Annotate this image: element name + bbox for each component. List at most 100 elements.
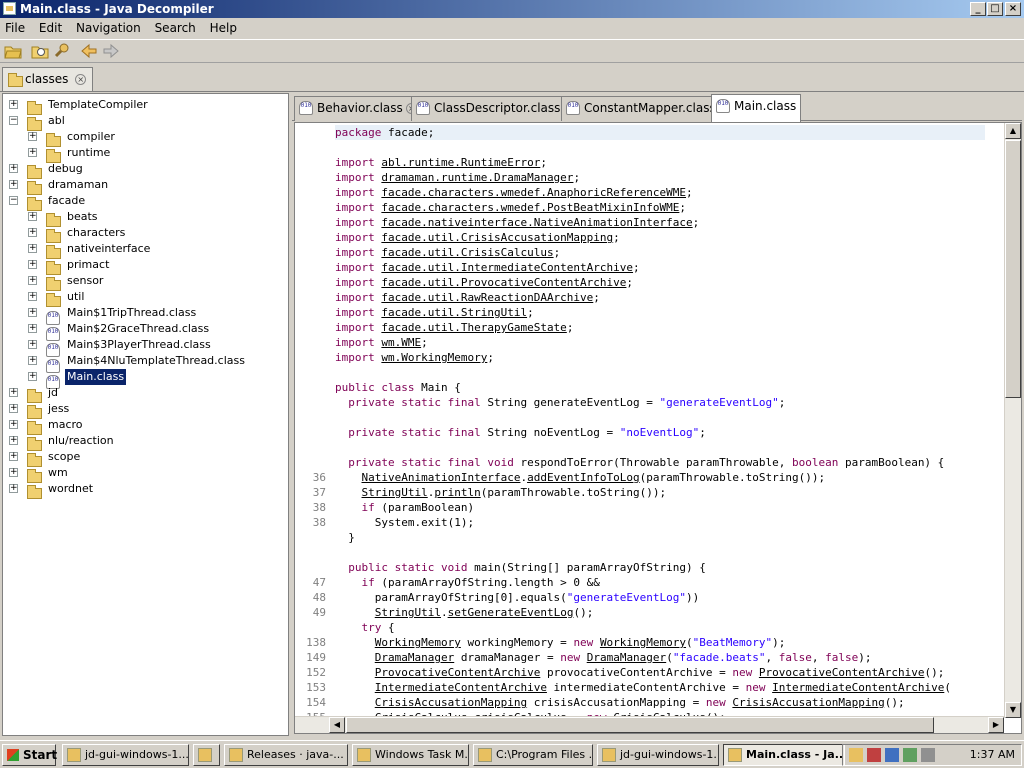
horizontal-scroll-thumb[interactable] xyxy=(346,717,934,733)
expand-toggle-icon[interactable]: + xyxy=(28,244,37,253)
code-reference[interactable]: facade.characters.wmedef.AnaphoricRefere… xyxy=(381,186,686,199)
tree-folder-item[interactable]: + jd xyxy=(3,385,283,403)
tree-class-item[interactable]: +010 Main$4NluTemplateThread.class xyxy=(3,353,283,373)
close-button[interactable]: × xyxy=(1005,2,1021,16)
tree-folder-item[interactable]: + nativeinterface xyxy=(3,241,283,259)
tray-sound-icon[interactable] xyxy=(885,748,899,762)
forward-arrow-icon[interactable] xyxy=(102,43,120,59)
tray-volume-icon[interactable] xyxy=(921,748,935,762)
collapse-toggle-icon[interactable]: − xyxy=(9,196,18,205)
code-reference[interactable]: facade.util.ProvocativeContentArchive xyxy=(381,276,626,289)
tree-folder-item[interactable]: − abl xyxy=(3,113,283,131)
code-reference[interactable]: DramaManager xyxy=(375,651,454,664)
back-arrow-icon[interactable] xyxy=(80,43,98,59)
expand-toggle-icon[interactable]: + xyxy=(9,420,18,429)
expand-toggle-icon[interactable]: + xyxy=(9,100,18,109)
expand-toggle-icon[interactable]: + xyxy=(28,132,37,141)
taskbar-button[interactable]: Windows Task M... xyxy=(352,744,469,766)
expand-toggle-icon[interactable]: + xyxy=(9,436,18,445)
tree-folder-item[interactable]: + util xyxy=(3,289,283,307)
code-reference[interactable]: facade.util.TherapyGameState xyxy=(381,321,566,334)
code-reference[interactable]: StringUtil xyxy=(375,606,441,619)
code-reference[interactable]: WorkingMemory xyxy=(375,636,461,649)
tree-folder-item[interactable]: + TemplateCompiler xyxy=(3,97,283,115)
minimize-button[interactable]: _ xyxy=(970,2,986,16)
code-reference[interactable]: NativeAnimationInterface xyxy=(362,471,521,484)
code-reference[interactable]: facade.util.IntermediateContentArchive xyxy=(381,261,633,274)
editor-tab[interactable]: 010 Main.class xyxy=(711,94,802,122)
close-tab-icon[interactable]: × xyxy=(75,74,87,85)
code-reference[interactable]: DramaManager xyxy=(587,651,666,664)
code-reference[interactable]: facade.util.StringUtil xyxy=(381,306,527,319)
open-type-icon[interactable] xyxy=(31,43,49,59)
expand-toggle-icon[interactable]: + xyxy=(28,212,37,221)
taskbar-button[interactable] xyxy=(193,744,220,766)
taskbar-button[interactable]: jd-gui-windows-1... xyxy=(597,744,719,766)
code-reference[interactable]: abl.runtime.RuntimeError xyxy=(381,156,540,169)
expand-toggle-icon[interactable]: + xyxy=(9,484,18,493)
expand-toggle-icon[interactable]: + xyxy=(9,452,18,461)
tree-folder-item[interactable]: + jess xyxy=(3,401,283,419)
menu-navigation[interactable]: Navigation xyxy=(71,18,146,38)
vertical-scrollbar[interactable]: ▲ ▼ xyxy=(1004,123,1021,718)
code-view[interactable]: 36373838474849138149152153154155 package… xyxy=(294,122,1022,734)
code-reference[interactable]: wm.WorkingMemory xyxy=(381,351,487,364)
tree-folder-item[interactable]: + wm xyxy=(3,465,283,483)
code-reference[interactable]: facade.util.CrisisAccusationMapping xyxy=(381,231,613,244)
taskbar-button[interactable]: C:\Program Files ... xyxy=(473,744,593,766)
editor-tab[interactable]: 010ClassDescriptor.class× xyxy=(411,96,580,121)
open-file-icon[interactable] xyxy=(4,43,22,59)
tray-security-icon[interactable] xyxy=(867,748,881,762)
expand-toggle-icon[interactable]: + xyxy=(9,180,18,189)
tray-status-icon[interactable] xyxy=(903,748,917,762)
scroll-right-button[interactable]: ▶ xyxy=(988,717,1004,733)
expand-toggle-icon[interactable]: + xyxy=(28,340,37,349)
expand-toggle-icon[interactable]: + xyxy=(9,164,18,173)
expand-toggle-icon[interactable]: + xyxy=(9,404,18,413)
code-reference[interactable]: IntermediateContentArchive xyxy=(772,681,944,694)
tree-folder-item[interactable]: + wordnet xyxy=(3,481,283,499)
code-reference[interactable]: println xyxy=(434,486,480,499)
code-reference[interactable]: wm.WME xyxy=(381,336,421,349)
tree-class-item[interactable]: +010 Main$2GraceThread.class xyxy=(3,321,283,341)
code-reference[interactable]: IntermediateContentArchive xyxy=(375,681,547,694)
code-reference[interactable]: facade.util.RawReactionDAArchive xyxy=(381,291,593,304)
expand-toggle-icon[interactable]: + xyxy=(28,276,37,285)
expand-toggle-icon[interactable]: + xyxy=(28,356,37,365)
expand-toggle-icon[interactable]: + xyxy=(28,260,37,269)
code-reference[interactable]: dramaman.runtime.DramaManager xyxy=(381,171,573,184)
taskbar-button[interactable]: Releases · java-... xyxy=(224,744,348,766)
tree-folder-item[interactable]: + compiler xyxy=(3,129,283,147)
tree-folder-item[interactable]: − facade xyxy=(3,193,283,211)
tree-folder-item[interactable]: + runtime xyxy=(3,145,283,163)
menu-help[interactable]: Help xyxy=(205,18,242,38)
tray-network-icon[interactable] xyxy=(849,748,863,762)
vertical-scroll-thumb[interactable] xyxy=(1005,140,1021,398)
tree-folder-item[interactable]: + dramaman xyxy=(3,177,283,195)
editor-tab[interactable]: 010ConstantMapper.class× xyxy=(561,96,735,121)
scroll-left-button[interactable]: ◀ xyxy=(329,717,345,733)
start-button[interactable]: Start xyxy=(2,744,57,766)
taskbar-button[interactable]: jd-gui-windows-1... xyxy=(62,744,189,766)
tree-folder-item[interactable]: + debug xyxy=(3,161,283,179)
tree-folder-item[interactable]: + characters xyxy=(3,225,283,243)
maximize-button[interactable]: □ xyxy=(987,2,1003,16)
tree-folder-item[interactable]: + scope xyxy=(3,449,283,467)
expand-toggle-icon[interactable]: + xyxy=(28,228,37,237)
scroll-down-button[interactable]: ▼ xyxy=(1005,702,1021,718)
tree-folder-item[interactable]: + macro xyxy=(3,417,283,435)
scroll-up-button[interactable]: ▲ xyxy=(1005,123,1021,139)
expand-toggle-icon[interactable]: + xyxy=(28,308,37,317)
collapse-toggle-icon[interactable]: − xyxy=(9,116,18,125)
code-reference[interactable]: facade.nativeinterface.NativeAnimationIn… xyxy=(381,216,692,229)
code-reference[interactable]: setGenerateEventLog xyxy=(448,606,574,619)
expand-toggle-icon[interactable]: + xyxy=(28,372,37,381)
code-reference[interactable]: CrisisAccusationMapping xyxy=(375,696,527,709)
taskbar-button[interactable]: Main.class - Ja... xyxy=(723,744,845,766)
horizontal-scrollbar[interactable]: ◀ ▶ xyxy=(295,716,1004,733)
menu-file[interactable]: File xyxy=(0,18,30,38)
code-reference[interactable]: WorkingMemory xyxy=(600,636,686,649)
expand-toggle-icon[interactable]: + xyxy=(28,148,37,157)
code-reference[interactable]: facade.characters.wmedef.PostBeatMixinIn… xyxy=(381,201,679,214)
code-reference[interactable]: addEventInfoToLog xyxy=(527,471,640,484)
